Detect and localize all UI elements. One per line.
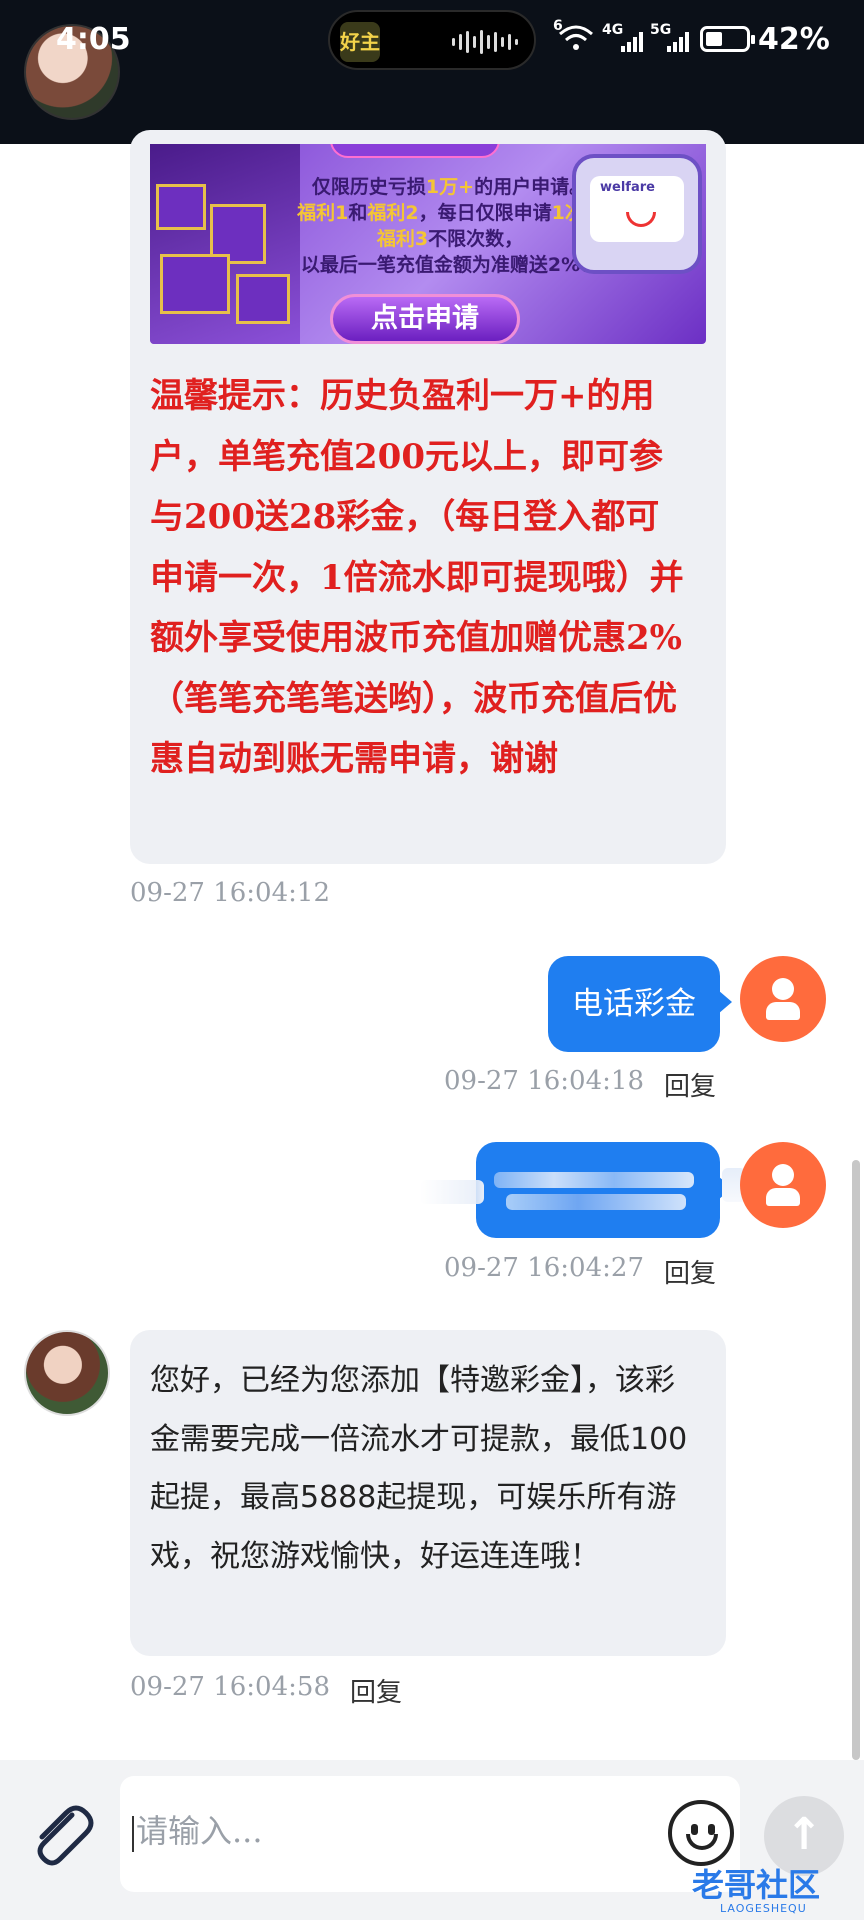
chat-screen: 4:05 好主 6 4G 5G 42% 仅限历史亏损1万+的用户申请。 福利1和… xyxy=(0,0,864,1920)
reply-button-4[interactable]: 回复 xyxy=(350,1672,402,1709)
robot-mascot-graphic: welfare xyxy=(572,154,702,274)
status-time: 4:05 xyxy=(56,22,131,57)
message-timestamp-4: 09-27 16:04:58 xyxy=(130,1672,330,1702)
robot-label: welfare xyxy=(600,180,655,195)
reply-button-3[interactable]: 回复 xyxy=(664,1253,716,1290)
user-avatar-2[interactable] xyxy=(740,956,826,1042)
redacted-text-blur-2 xyxy=(506,1194,686,1210)
redacted-overflow-blur xyxy=(420,1180,484,1204)
audio-wave-icon xyxy=(452,30,518,54)
message-timestamp-2: 09-27 16:04:18 xyxy=(444,1066,644,1096)
user-message-bubble-2: 电话彩金 xyxy=(548,956,732,1052)
user-message-text-2: 电话彩金 xyxy=(572,986,696,1022)
message-input[interactable]: 请输入... xyxy=(120,1776,740,1892)
redacted-text-blur xyxy=(494,1172,694,1188)
agent-message-text-1: 温馨提示：历史负盈利一万+的用户，单笔充值200元以上，即可参与200送28彩金… xyxy=(150,376,684,779)
chat-scrollbar[interactable] xyxy=(852,1160,860,1760)
status-bar: 4:05 好主 6 4G 5G 42% xyxy=(0,0,864,144)
watermark-logo: 老哥社区 LAOGESHEQU xyxy=(676,1860,864,1920)
agent-message-text-4: 您好，已经为您添加【特邀彩金】，该彩金需要完成一倍流水才可提款，最低100起提，… xyxy=(150,1363,688,1574)
battery-icon xyxy=(700,26,755,52)
apply-button[interactable]: 点击申请 xyxy=(330,294,520,344)
battery-percent: 42% xyxy=(758,22,830,57)
signal-4g-icon xyxy=(620,30,644,60)
island-app-icon: 好主 xyxy=(340,22,380,62)
agent-avatar-4[interactable] xyxy=(24,1330,110,1416)
message-timestamp-3: 09-27 16:04:27 xyxy=(444,1253,644,1283)
user-avatar-3[interactable] xyxy=(740,1142,826,1228)
paperclip-icon[interactable] xyxy=(20,1795,100,1875)
message-input-placeholder: 请输入... xyxy=(136,1812,263,1850)
message-timestamp-1: 09-27 16:04:12 xyxy=(130,878,330,908)
signal-5g-icon xyxy=(666,30,690,60)
reply-button-2[interactable]: 回复 xyxy=(664,1066,716,1103)
dynamic-island[interactable]: 好主 xyxy=(328,10,536,70)
wifi-label: 6 xyxy=(553,18,563,34)
user-message-bubble-3 xyxy=(476,1142,732,1238)
promo-banner-image[interactable]: 仅限历史亏损1万+的用户申请。 福利1和福利2，每日仅限申请1次！ 福利3不限次… xyxy=(150,144,706,344)
banner-top-tab xyxy=(330,144,500,158)
watermark-text: 老哥社区 xyxy=(692,1866,821,1904)
emoji-icon[interactable] xyxy=(668,1800,734,1866)
watermark-subtext: LAOGESHEQU xyxy=(720,1902,807,1915)
